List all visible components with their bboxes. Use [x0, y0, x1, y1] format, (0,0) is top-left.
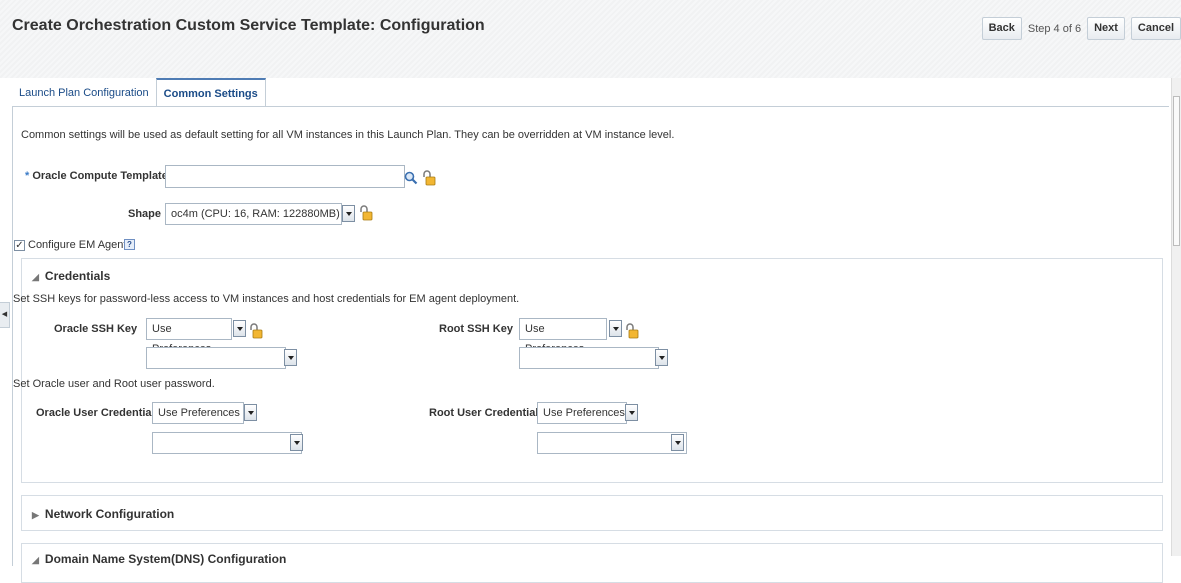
chevron-down-icon[interactable]: [655, 349, 668, 366]
oracle-user-credential-select[interactable]: Use Preferences: [152, 402, 244, 424]
scrollbar-thumb[interactable]: [1173, 96, 1180, 246]
common-settings-intro: Common settings will be used as default …: [21, 129, 675, 141]
page-header: Create Orchestration Custom Service Temp…: [0, 0, 1181, 78]
shape-label: Shape: [128, 208, 162, 220]
root-ssh-key-select[interactable]: Use Preferences: [519, 318, 607, 355]
search-icon[interactable]: [404, 171, 418, 185]
chevron-down-icon[interactable]: [244, 404, 257, 421]
root-user-credential-label: Root User Credential: [429, 407, 539, 419]
credentials-panel: ◢ Credentials Set SSH keys for password-l…: [13, 258, 1163, 483]
configure-em-agent-checkbox[interactable]: ✓: [14, 240, 25, 251]
chevron-down-icon[interactable]: [290, 434, 303, 451]
lock-icon[interactable]: [421, 170, 437, 186]
next-button[interactable]: Next: [1087, 17, 1125, 40]
root-user-credential-detail-select[interactable]: [537, 432, 687, 454]
back-button[interactable]: Back: [981, 17, 1022, 40]
dns-configuration-panel: ◢ Domain Name System(DNS) Configuration: [21, 543, 1163, 583]
compute-template-input[interactable]: [165, 165, 405, 188]
shape-select[interactable]: oc4m (CPU: 16, RAM: 122880MB): [165, 203, 342, 225]
required-marker: *: [25, 170, 30, 182]
network-configuration-panel: ▶ Network Configuration: [21, 495, 1163, 531]
cancel-button[interactable]: Cancel: [1130, 17, 1181, 40]
chevron-down-icon[interactable]: [284, 349, 297, 366]
lock-icon[interactable]: [358, 205, 374, 221]
page-title: Create Orchestration Custom Service Temp…: [12, 17, 485, 34]
oracle-ssh-key-detail-select[interactable]: [146, 347, 286, 369]
oracle-ssh-key-label: Oracle SSH Key: [54, 323, 138, 335]
password-intro-text: Set Oracle user and Root user password.: [13, 378, 215, 390]
oracle-user-credential-detail-select[interactable]: [152, 432, 302, 454]
dns-configuration-header[interactable]: ◢ Domain Name System(DNS) Configuration: [32, 552, 286, 566]
root-ssh-key-label: Root SSH Key: [439, 323, 513, 335]
lock-icon[interactable]: [248, 323, 264, 339]
configure-em-agent-label: Configure EM Agent: [28, 239, 127, 251]
triangle-down-icon: ◢: [32, 272, 39, 282]
chevron-down-icon[interactable]: [609, 320, 622, 337]
lock-icon[interactable]: [624, 323, 640, 339]
network-configuration-header[interactable]: ▶ Network Configuration: [32, 507, 174, 521]
oracle-user-credential-label: Oracle User Credential: [36, 407, 155, 419]
triangle-down-icon: ◢: [32, 555, 39, 565]
root-user-credential-select[interactable]: Use Preferences: [537, 402, 627, 424]
vertical-scrollbar[interactable]: [1171, 78, 1181, 556]
tab-bar: Launch Plan Configuration Common Setting…: [12, 78, 266, 107]
common-settings-panel: Common settings will be used as default …: [12, 106, 1169, 583]
chevron-down-icon[interactable]: [625, 404, 638, 421]
help-icon[interactable]: ?: [124, 239, 135, 250]
train-navigation: Back Step 4 of 6 Next Cancel: [981, 17, 1181, 40]
compute-template-label: * Oracle Compute Template: [25, 170, 168, 182]
root-ssh-key-detail-select[interactable]: [519, 347, 659, 369]
left-pane-collapse-handle[interactable]: ◀: [0, 302, 10, 328]
ssh-intro-text: Set SSH keys for password-less access to…: [13, 293, 520, 305]
chevron-down-icon[interactable]: [342, 205, 355, 222]
chevron-down-icon[interactable]: [233, 320, 246, 337]
chevron-down-icon[interactable]: [671, 434, 684, 451]
triangle-right-icon: ▶: [32, 510, 39, 520]
credentials-header[interactable]: ◢ Credentials: [32, 269, 110, 283]
oracle-ssh-key-select[interactable]: Use Preferences: [146, 318, 232, 355]
step-indicator: Step 4 of 6: [1027, 22, 1082, 35]
tab-common-settings[interactable]: Common Settings: [155, 78, 266, 107]
tab-launch-plan-configuration[interactable]: Launch Plan Configuration: [12, 79, 156, 107]
